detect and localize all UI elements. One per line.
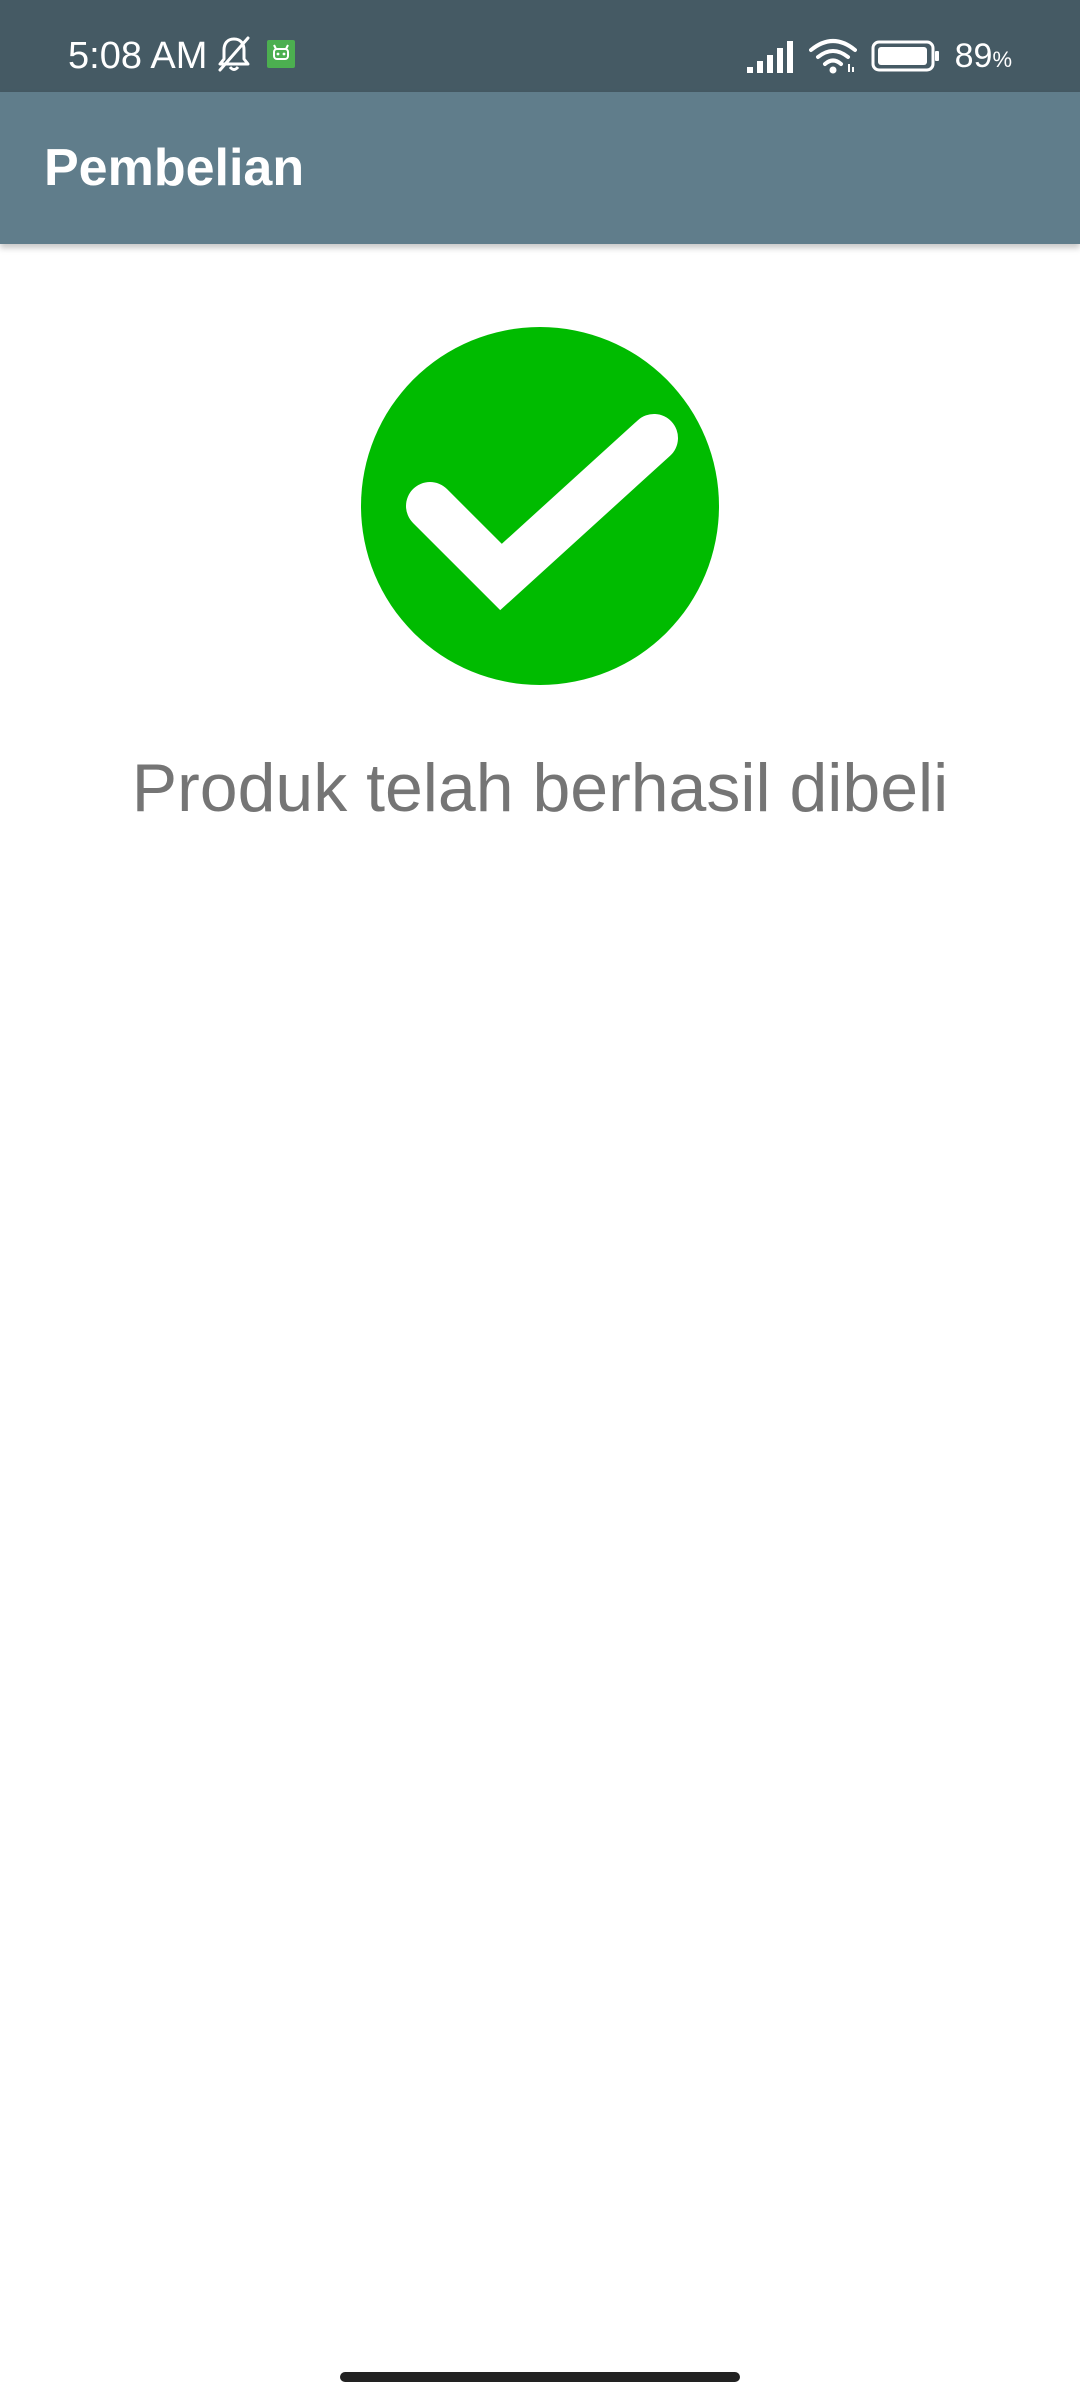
status-left-icons	[214, 36, 296, 76]
bell-off-icon	[214, 34, 254, 79]
checkmark-circle-icon	[360, 326, 720, 686]
wifi-icon	[808, 38, 857, 79]
status-time: 5:08 AM	[68, 35, 208, 77]
signal-icon	[746, 39, 795, 78]
status-right-icons: 89%	[746, 36, 1012, 80]
battery-level: 89	[954, 37, 993, 75]
home-indicator[interactable]	[340, 2372, 740, 2382]
battery-icon	[871, 39, 941, 78]
android-app-icon	[266, 39, 296, 74]
battery-unit: %	[992, 47, 1012, 72]
battery-percentage: 89%	[955, 36, 1012, 80]
page-title: Pembelian	[44, 139, 305, 197]
status-bar: 5:08 AM 89%	[0, 0, 1080, 92]
app-bar: Pembelian	[0, 92, 1080, 244]
success-message: Produk telah berhasil dibeli	[131, 750, 949, 826]
